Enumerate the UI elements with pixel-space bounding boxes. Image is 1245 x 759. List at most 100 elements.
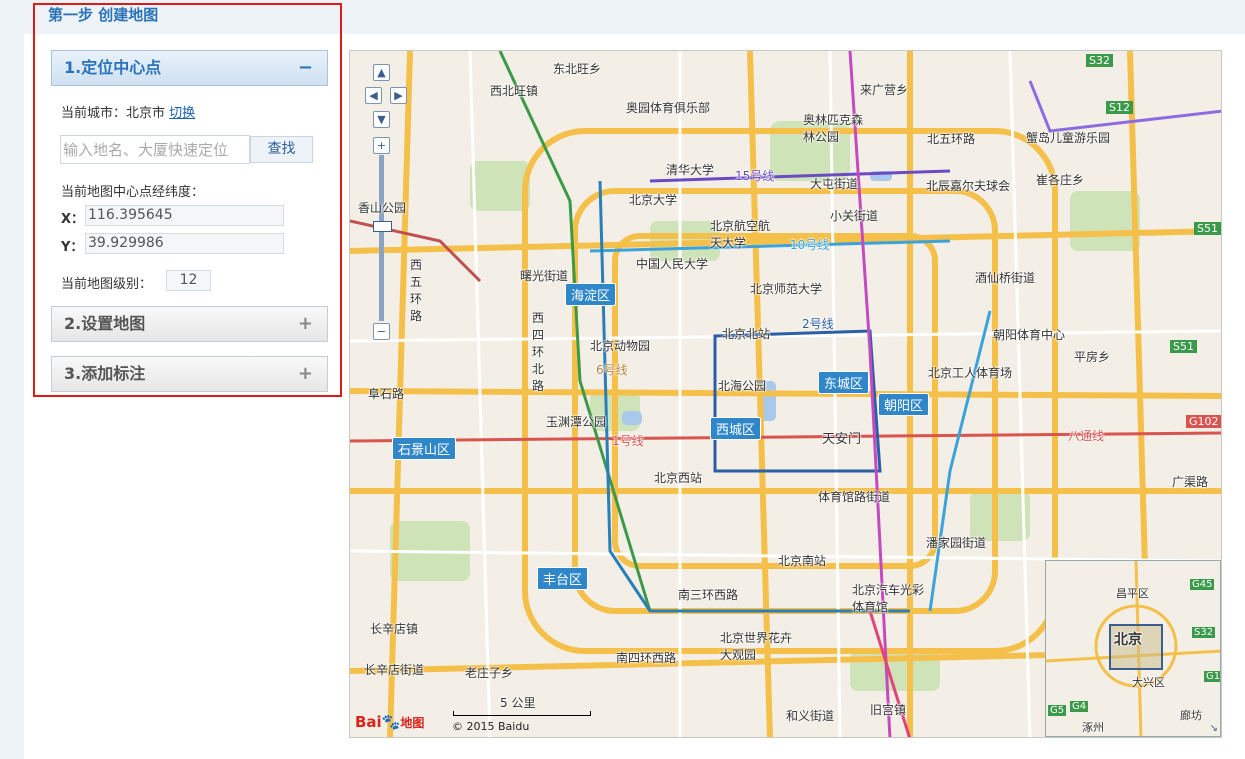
map-label: 北京师范大学 [750, 282, 823, 296]
map-label: 南四环西路 [616, 651, 677, 665]
highway-shield: G4 [1070, 701, 1089, 712]
map-label: 和义街道 [786, 709, 835, 723]
map-label: 奥园体育俱乐部 [626, 101, 711, 115]
map-label: 朝阳体育中心 [993, 328, 1066, 342]
location-search-input[interactable] [60, 135, 250, 164]
expand-icon[interactable]: + [298, 307, 313, 341]
switch-city-link[interactable]: 切换 [169, 106, 195, 121]
map-label: 北京大学 [629, 193, 678, 207]
map-label: 北京世界花卉大观园 [720, 631, 793, 662]
panel-title: 2.设置地图 [64, 314, 146, 333]
map-label: 体育馆路街道 [818, 490, 891, 504]
highway-shield: S32 [1192, 627, 1216, 638]
map-label: 蟹岛儿童游乐园 [1026, 131, 1111, 145]
map-label: 10号线 [790, 238, 830, 252]
x-label: X： [61, 212, 85, 227]
pan-up-button[interactable]: ▲ [373, 64, 390, 81]
map-label: 奥林匹克森林公园 [803, 113, 864, 144]
x-coordinate-field[interactable]: 116.395645 [85, 205, 284, 226]
map-label: 西五环路 [410, 258, 423, 323]
level-label: 当前地图级别： [61, 277, 153, 292]
map-label: 崔各庄乡 [1036, 173, 1085, 187]
map-canvas[interactable]: ▲ ◀ ▶ ▼ + − 海淀区 东城区 朝阳区 西城区 石景山区 丰台区 东北旺… [349, 50, 1222, 738]
overview-label: 廊坊 [1180, 709, 1202, 722]
map-label: 东北旺乡 [553, 62, 602, 76]
overview-label: 涿州 [1082, 721, 1104, 734]
map-label: 北京汽车光彩体育馆 [852, 583, 925, 614]
logo-text-map: 地图 [400, 716, 425, 730]
map-label: 长辛店镇 [370, 622, 419, 636]
map-label: 南三环西路 [678, 588, 739, 602]
highway-shield: G102 [1186, 415, 1221, 428]
map-label: 来广营乡 [860, 83, 909, 97]
scale-bar [453, 711, 591, 716]
map-label: 北京动物园 [590, 339, 651, 353]
panel-header-settings[interactable]: 2.设置地图 + [51, 306, 328, 342]
pan-left-button[interactable]: ◀ [365, 87, 382, 104]
map-label: 北京工人体育场 [928, 366, 1013, 380]
map-label: 北辰嘉尔夫球会 [926, 179, 1011, 193]
map-label: 北京北站 [722, 327, 771, 341]
map-label: 北京西站 [654, 471, 703, 485]
map-label: 长辛店街道 [364, 663, 425, 677]
map-label: 酒仙桥街道 [975, 271, 1036, 285]
map-label: 15号线 [735, 169, 775, 183]
map-label: 北五环路 [927, 132, 976, 146]
map-label: 西四环北路 [532, 311, 545, 393]
zoom-in-button[interactable]: + [373, 137, 390, 154]
map-label: 清华大学 [666, 163, 715, 177]
district-label: 海淀区 [565, 283, 617, 306]
expand-icon[interactable]: + [298, 357, 313, 391]
map-label: 曙光街道 [520, 269, 569, 283]
overview-map[interactable]: 昌平区 北京 大兴区 涿州 廊坊 G45 S32 G1 G5 G4 ↘ [1045, 560, 1221, 737]
y-label: Y： [61, 240, 84, 255]
zoom-slider-handle[interactable] [373, 221, 392, 232]
map-label: 小关街道 [830, 209, 879, 223]
district-label: 石景山区 [392, 437, 457, 460]
highway-shield: S51 [1194, 222, 1221, 235]
overview-collapse-icon[interactable]: ↘ [1210, 723, 1218, 734]
pan-right-button[interactable]: ▶ [390, 87, 407, 104]
y-coordinate-field[interactable]: 39.929986 [85, 233, 284, 254]
map-label: 平房乡 [1074, 350, 1111, 364]
panel-header-locate[interactable]: 1.定位中心点 − [51, 50, 328, 86]
map-label: 广渠路 [1172, 475, 1209, 489]
map-label: 旧宫镇 [870, 703, 907, 717]
district-label: 丰台区 [537, 567, 589, 590]
current-city-label: 当前城市： [61, 106, 127, 121]
panel-title: 3.添加标注 [64, 364, 146, 383]
map-label: 北京航空航天大学 [710, 219, 771, 250]
highway-shield: G45 [1190, 579, 1215, 590]
map-label: 中国人民大学 [636, 257, 709, 271]
district-label: 东城区 [818, 371, 870, 394]
zoom-out-button[interactable]: − [373, 323, 390, 340]
map-label: 大屯街道 [810, 177, 859, 191]
scale-text: 5 公里 [500, 696, 536, 710]
map-label: 老庄子乡 [465, 666, 514, 680]
map-label: 天安门 [822, 432, 862, 447]
map-label: 北京南站 [778, 554, 827, 568]
logo-text: Bai [355, 713, 382, 731]
map-label: 2号线 [802, 317, 834, 331]
district-label: 朝阳区 [878, 393, 930, 416]
map-label: 1号线 [612, 434, 644, 448]
map-label: 6号线 [596, 363, 628, 377]
panel-header-markers[interactable]: 3.添加标注 + [51, 356, 328, 392]
current-city: 北京市 [126, 106, 166, 121]
collapse-icon[interactable]: − [298, 51, 313, 85]
search-button[interactable]: 查找 [250, 136, 313, 163]
map-label: 西北旺镇 [490, 84, 539, 98]
baidu-logo: Bai🐾地图 [355, 713, 425, 731]
pan-down-button[interactable]: ▼ [373, 111, 390, 128]
highway-shield: G5 [1048, 705, 1067, 716]
copyright: © 2015 Baidu [452, 720, 530, 733]
zoom-slider-track[interactable] [379, 155, 384, 321]
highway-shield: G1 [1204, 671, 1221, 682]
map-label: 玉渊潭公园 [546, 415, 607, 429]
map-label: 北海公园 [718, 379, 767, 393]
highway-shield: S12 [1106, 101, 1133, 114]
panel-title: 1.定位中心点 [64, 58, 162, 77]
highway-shield: S51 [1170, 340, 1197, 353]
map-level-field[interactable]: 12 [166, 270, 211, 291]
highway-shield: S32 [1086, 54, 1113, 67]
